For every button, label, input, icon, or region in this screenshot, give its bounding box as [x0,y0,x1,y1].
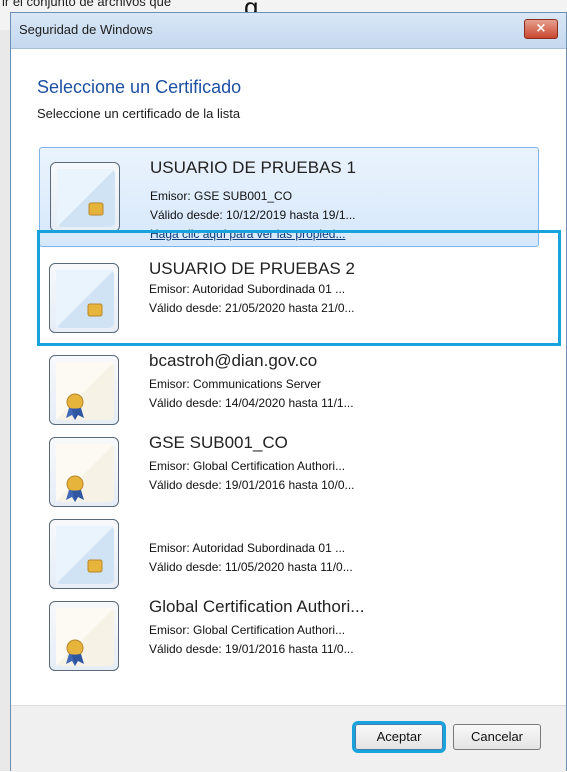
certificate-issuer: Emisor: GSE SUB001_CO [150,189,293,203]
certificate-issuer: Emisor: Autoridad Subordinada 01 ... [149,282,346,296]
certificate-validity: Válido desde: 11/05/2020 hasta 11/0... [149,560,353,574]
certificate-list[interactable]: USUARIO DE PRUEBAS 1 Emisor: GSE SUB001_… [31,137,561,697]
certificate-dialog: Seguridad de Windows × Seleccione un Cer… [10,12,567,772]
smartcard-icon [49,263,119,333]
certificate-name: GSE SUB001_CO [149,433,288,452]
certificate-ribbon-icon [49,601,119,671]
certificate-validity: Válido desde: 10/12/2019 hasta 19/1... [150,208,356,222]
certificate-issuer: Emisor: Communications Server [149,377,322,391]
certificate-validity: Válido desde: 19/01/2016 hasta 11/0... [149,642,354,656]
certificate-properties-link[interactable]: Haga clic aquí para ver las propied... [150,227,345,241]
smartcard-icon [49,519,119,589]
certificate-name: USUARIO DE PRUEBAS 1 [150,158,356,177]
certificate-item-2[interactable]: USUARIO DE PRUEBAS 2 Emisor: Autoridad S… [39,249,539,349]
close-icon: × [535,21,547,36]
certificate-name: Global Certification Authori... [149,597,365,616]
certificate-issuer: Emisor: Global Certification Authori... [149,459,346,473]
close-button[interactable]: × [524,19,558,39]
accept-button-label: Aceptar [376,729,422,744]
cancel-button-label: Cancelar [470,729,524,744]
smartcard-icon [50,162,120,232]
background-partial-text: ir el conjunto de archivos que [2,0,172,9]
certificate-item-6[interactable]: Global Certification Authori... Emisor: … [39,587,539,687]
certificate-validity: Válido desde: 19/01/2016 hasta 10/0... [149,478,355,492]
certificate-name: bcastroh@dian.gov.co [149,351,318,370]
window-title: Seguridad de Windows [19,22,153,37]
certificate-ribbon-icon [49,437,119,507]
certificate-issuer: Emisor: Global Certification Authori... [149,623,346,637]
title-bar[interactable]: Seguridad de Windows × [11,13,566,49]
certificate-item-1[interactable]: USUARIO DE PRUEBAS 1 Emisor: GSE SUB001_… [39,147,539,247]
accept-button[interactable]: Aceptar [355,724,443,750]
cancel-button[interactable]: Cancelar [453,724,541,750]
dialog-subheading: Seleccione un certificado de la lista [37,106,241,121]
certificate-ribbon-icon [49,355,119,425]
dialog-heading: Seleccione un Certificado [37,77,242,97]
certificate-issuer: Emisor: Autoridad Subordinada 01 ... [149,541,346,555]
certificate-validity: Válido desde: 14/04/2020 hasta 11/1... [149,396,354,410]
certificate-validity: Válido desde: 21/05/2020 hasta 21/0... [149,301,355,315]
dialog-footer: Aceptar Cancelar [11,705,566,772]
certificate-name: USUARIO DE PRUEBAS 2 [149,259,355,278]
dialog-content: Seleccione un Certificado Seleccione un … [11,49,566,705]
